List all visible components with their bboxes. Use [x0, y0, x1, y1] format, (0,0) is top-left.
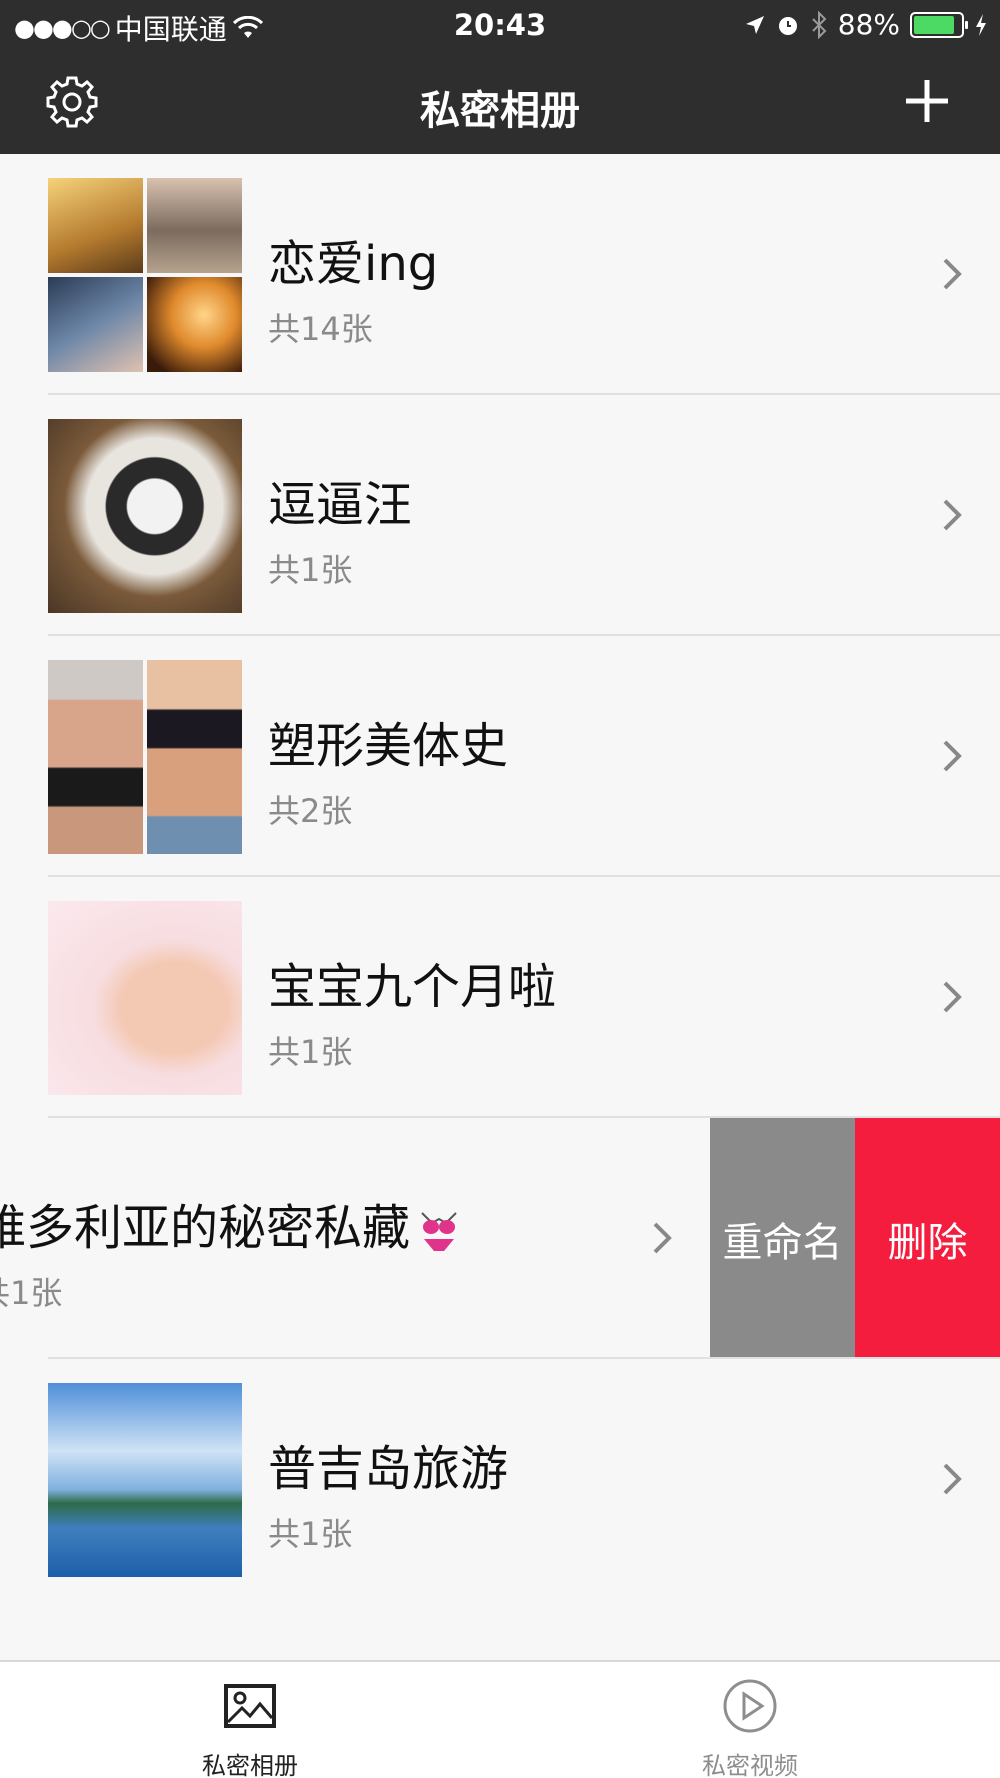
- nav-bar: 私密相册: [0, 50, 1000, 154]
- album-row[interactable]: 宝宝九个月啦 共1张: [0, 877, 1000, 1118]
- album-name: 维多利亚的秘密私藏: [0, 1188, 462, 1258]
- charging-icon: [976, 13, 986, 36]
- album-name: 普吉岛旅游: [268, 1441, 509, 1497]
- tab-photos[interactable]: 私密相册: [150, 1662, 350, 1778]
- delete-button[interactable]: 删除: [855, 1118, 1000, 1359]
- album-name: 逗逼汪: [268, 477, 413, 533]
- swipe-actions: 重命名 删除: [710, 1118, 1000, 1359]
- album-thumbnail: [48, 1383, 242, 1577]
- album-list: 恋爱ing 共14张 逗逼汪 共1张 塑形美体史 共2张 宝宝九个月啦 共1张 …: [0, 154, 1000, 1600]
- tab-videos[interactable]: 私密视频: [650, 1662, 850, 1778]
- alarm-icon: [778, 16, 797, 35]
- page-title: 私密相册: [420, 88, 580, 134]
- photo-tile: [48, 1383, 242, 1577]
- photo-tile: [147, 660, 242, 854]
- album-name-text: 维多利亚的秘密私藏: [0, 1200, 411, 1256]
- photo-tile: [48, 419, 242, 613]
- album-thumbnail: [48, 419, 242, 613]
- photo-tile: [48, 660, 143, 854]
- status-right: 88%: [744, 8, 988, 41]
- photo-tile: [48, 901, 242, 1095]
- photo-tile: [147, 277, 242, 372]
- plus-icon[interactable]: [902, 76, 952, 126]
- photo-tile: [48, 277, 143, 372]
- album-row[interactable]: 逗逼汪 共1张: [0, 395, 1000, 636]
- album-count: 共1张: [268, 1033, 353, 1071]
- play-icon: [723, 1679, 777, 1733]
- chevron-right-icon: [943, 1463, 962, 1495]
- chevron-right-icon: [943, 740, 962, 772]
- app-screen: ●●●○○ 中国联通 20:43 88% 私密相册 恋爱ing 共14张 逗逼汪…: [0, 0, 1000, 1778]
- chevron-right-icon: [943, 981, 962, 1013]
- album-thumbnail: [48, 178, 242, 372]
- album-row[interactable]: 塑形美体史 共2张: [0, 636, 1000, 877]
- album-count: 共1张: [0, 1274, 63, 1312]
- tab-bar: 私密相册 私密视频: [0, 1660, 1000, 1778]
- album-count: 共14张: [268, 310, 373, 348]
- album-count: 共2张: [268, 792, 353, 830]
- album-count: 共1张: [268, 551, 353, 589]
- tab-label: 私密视频: [702, 1752, 798, 1778]
- photo-tile: [48, 178, 143, 273]
- chevron-right-icon: [943, 258, 962, 290]
- album-name: 塑形美体史: [268, 718, 509, 774]
- bikini-icon: [421, 1212, 457, 1251]
- album-thumbnail: [48, 660, 242, 854]
- album-row-swiped[interactable]: 维多利亚的秘密私藏 共1张 重命名 删除: [0, 1118, 1000, 1359]
- photo-tile: [147, 178, 242, 273]
- album-row[interactable]: 普吉岛旅游 共1张: [0, 1359, 1000, 1600]
- album-row[interactable]: 恋爱ing 共14张: [0, 154, 1000, 395]
- status-bar: ●●●○○ 中国联通 20:43 88%: [0, 0, 1000, 50]
- battery-icon: [910, 11, 968, 38]
- photo-icon: [224, 1684, 276, 1728]
- album-thumbnail: [48, 901, 242, 1095]
- tab-label: 私密相册: [202, 1752, 298, 1778]
- top-bar: ●●●○○ 中国联通 20:43 88% 私密相册: [0, 0, 1000, 154]
- bluetooth-icon: [812, 10, 827, 39]
- album-name: 宝宝九个月啦: [268, 959, 557, 1015]
- album-count: 共1张: [268, 1515, 353, 1553]
- chevron-right-icon: [943, 499, 962, 531]
- swiped-row-content[interactable]: 维多利亚的秘密私藏 共1张: [0, 1118, 710, 1359]
- chevron-right-icon: [653, 1222, 672, 1254]
- battery-percent: 88%: [837, 8, 900, 41]
- rename-button[interactable]: 重命名: [710, 1118, 855, 1359]
- battery-fill: [914, 15, 955, 34]
- location-icon: [745, 15, 764, 34]
- album-name: 恋爱ing: [268, 236, 439, 292]
